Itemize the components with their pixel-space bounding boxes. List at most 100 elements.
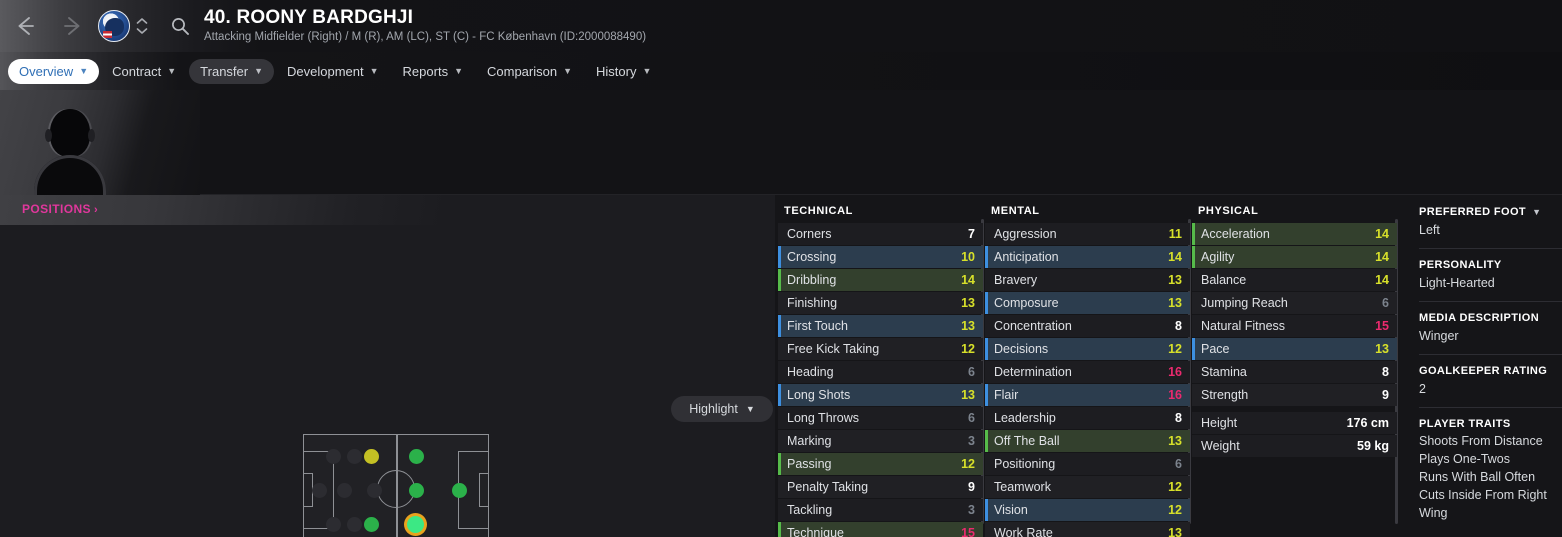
attribute-row[interactable]: Determination 16 <box>985 361 1190 383</box>
tab-label: History <box>596 63 637 79</box>
attribute-row[interactable]: Pace 13 <box>1192 338 1397 360</box>
club-spinner[interactable] <box>136 17 148 35</box>
attribute-value: 3 <box>968 503 975 517</box>
attribute-row[interactable]: Agility 14 <box>1192 246 1397 268</box>
attribute-name: First Touch <box>787 319 848 333</box>
attribute-row[interactable]: Positioning 6 <box>985 453 1190 475</box>
attribute-row[interactable]: Bravery 13 <box>985 269 1190 291</box>
highlight-dropdown[interactable]: Highlight ▼ <box>671 396 773 422</box>
player-subtitle: Attacking Midfielder (Right) / M (R), AM… <box>204 31 647 43</box>
attribute-name: Long Shots <box>787 388 851 402</box>
attribute-name: Off The Ball <box>994 434 1060 448</box>
attribute-row[interactable]: Finishing 13 <box>778 292 983 314</box>
attribute-row[interactable]: First Touch 13 <box>778 315 983 337</box>
attribute-row[interactable]: Dribbling 14 <box>778 269 983 291</box>
attribute-name: Dribbling <box>787 273 837 287</box>
attribute-name: Jumping Reach <box>1201 296 1288 310</box>
attribute-value: 16 <box>1168 365 1182 379</box>
pitch-slot <box>367 483 382 498</box>
attribute-row[interactable]: Work Rate 13 <box>985 522 1190 537</box>
chevron-down-icon: ▼ <box>745 404 755 414</box>
attribute-row[interactable]: Teamwork 12 <box>985 476 1190 498</box>
attribute-row[interactable]: Leadership 8 <box>985 407 1190 429</box>
attribute-row[interactable]: Acceleration 14 <box>1192 223 1397 245</box>
pitch-slot <box>409 449 424 464</box>
attribute-row[interactable]: Free Kick Taking 12 <box>778 338 983 360</box>
attribute-row[interactable]: Strength 9 <box>1192 384 1397 406</box>
attribute-value: 14 <box>1168 250 1182 264</box>
attribute-row[interactable]: Balance 14 <box>1192 269 1397 291</box>
measurement-name: Weight <box>1201 439 1240 453</box>
attribute-name: Decisions <box>994 342 1049 356</box>
attribute-value: 15 <box>1375 319 1389 333</box>
attribute-row[interactable]: Crossing 10 <box>778 246 983 268</box>
preferred-foot-label: PREFERRED FOOT <box>1419 206 1527 218</box>
positions-section-link[interactable]: POSITIONS › <box>22 202 98 216</box>
personality-title: PERSONALITY <box>1419 259 1502 271</box>
attribute-name: Strength <box>1201 388 1249 402</box>
attribute-row[interactable]: Tackling 3 <box>778 499 983 521</box>
attribute-name: Composure <box>994 296 1059 310</box>
attribute-row[interactable]: Decisions 12 <box>985 338 1190 360</box>
attribute-value: 3 <box>968 434 975 448</box>
tab-history[interactable]: History ▼ <box>585 59 662 84</box>
chevron-down-icon: ▼ <box>454 66 463 76</box>
chevron-down-icon[interactable]: ▼ <box>1532 205 1541 220</box>
attribute-name: Heading <box>787 365 834 379</box>
attribute-row[interactable]: Jumping Reach 6 <box>1192 292 1397 314</box>
attribute-name: Penalty Taking <box>787 480 869 494</box>
preferred-foot-block: PREFERRED FOOT ▼ Left <box>1419 205 1562 239</box>
attribute-row[interactable]: Penalty Taking 9 <box>778 476 983 498</box>
position-pitch-diagram[interactable] <box>303 434 489 537</box>
back-arrow-icon[interactable] <box>14 15 36 37</box>
attribute-name: Aggression <box>994 227 1057 241</box>
player-silhouette-icon <box>28 95 110 195</box>
tab-transfer[interactable]: Transfer ▼ <box>189 58 275 84</box>
attribute-row[interactable]: Stamina 8 <box>1192 361 1397 383</box>
search-icon[interactable] <box>170 16 190 36</box>
club-selector[interactable] <box>98 10 148 42</box>
attribute-row[interactable]: Composure 13 <box>985 292 1190 314</box>
club-badge-icon <box>98 10 130 42</box>
attribute-row[interactable]: Long Shots 13 <box>778 384 983 406</box>
tab-development[interactable]: Development ▼ <box>276 59 390 84</box>
tab-label: Transfer <box>200 63 249 79</box>
chevron-right-icon: › <box>93 204 99 216</box>
attribute-value: 11 <box>1168 227 1182 241</box>
attribute-row[interactable]: Anticipation 14 <box>985 246 1190 268</box>
tab-label: Reports <box>402 63 449 79</box>
highlight-dropdown-label: Highlight <box>689 402 738 416</box>
measurement-value: 59 kg <box>1357 439 1389 453</box>
attribute-row[interactable]: Long Throws 6 <box>778 407 983 429</box>
tab-overview[interactable]: Overview ▼ <box>8 58 100 84</box>
attribute-name: Determination <box>994 365 1072 379</box>
attribute-row[interactable]: Heading 6 <box>778 361 983 383</box>
attribute-row[interactable]: Marking 3 <box>778 430 983 452</box>
attribute-row[interactable]: Aggression 11 <box>985 223 1190 245</box>
forward-arrow-icon[interactable] <box>62 15 84 37</box>
tab-comparison[interactable]: Comparison ▼ <box>476 59 583 84</box>
attribute-name: Acceleration <box>1201 227 1270 241</box>
attribute-row[interactable]: Concentration 8 <box>985 315 1190 337</box>
tab-contract[interactable]: Contract ▼ <box>101 59 187 84</box>
attribute-row[interactable]: Vision 12 <box>985 499 1190 521</box>
attribute-row[interactable]: Passing 12 <box>778 453 983 475</box>
attribute-name: Teamwork <box>994 480 1051 494</box>
attribute-name: Technique <box>787 526 844 537</box>
pitch-slot-current <box>407 516 424 533</box>
attribute-value: 13 <box>961 388 975 402</box>
attribute-row[interactable]: Natural Fitness 15 <box>1192 315 1397 337</box>
tab-label: Development <box>287 63 364 79</box>
attribute-value: 9 <box>1382 388 1389 402</box>
attribute-name: Finishing <box>787 296 838 310</box>
attribute-name: Stamina <box>1201 365 1247 379</box>
attribute-name: Marking <box>787 434 832 448</box>
attribute-name: Concentration <box>994 319 1072 333</box>
tab-reports[interactable]: Reports ▼ <box>392 59 474 84</box>
attribute-row[interactable]: Corners 7 <box>778 223 983 245</box>
attribute-row[interactable]: Off The Ball 13 <box>985 430 1190 452</box>
attribute-row[interactable]: Flair 16 <box>985 384 1190 406</box>
attribute-row[interactable]: Technique 15 <box>778 522 983 537</box>
attribute-name: Anticipation <box>994 250 1059 264</box>
media-description-value: Winger <box>1419 329 1459 343</box>
